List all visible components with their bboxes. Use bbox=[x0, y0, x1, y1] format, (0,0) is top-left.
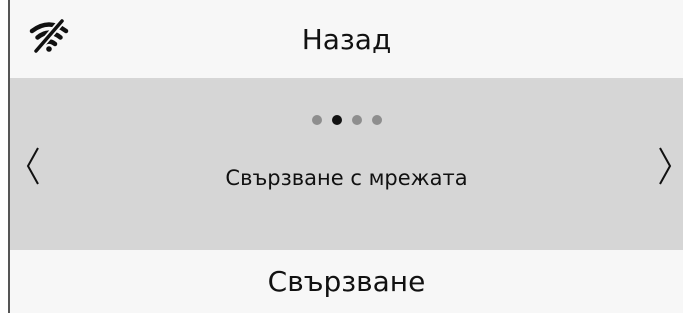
page-dot-active bbox=[331, 115, 342, 125]
back-button[interactable]: Назад bbox=[10, 0, 683, 78]
network-carousel: Свързване с мрежата bbox=[10, 78, 683, 250]
page-dot bbox=[351, 115, 362, 125]
header-bar: Назад bbox=[10, 0, 683, 78]
footer-bar: Свързване bbox=[10, 250, 683, 313]
chevron-left-icon[interactable] bbox=[16, 144, 52, 188]
wifi-off-icon bbox=[29, 19, 69, 53]
connect-button[interactable]: Свързване bbox=[10, 250, 683, 313]
page-dot bbox=[311, 115, 322, 125]
page-dot bbox=[371, 115, 382, 125]
page-indicator bbox=[10, 115, 683, 125]
slide-title: Свързване с мрежата bbox=[225, 166, 468, 190]
network-connect-screen: Назад Свързване с мрежата Свързване bbox=[0, 0, 683, 313]
chevron-right-icon[interactable] bbox=[646, 144, 682, 188]
